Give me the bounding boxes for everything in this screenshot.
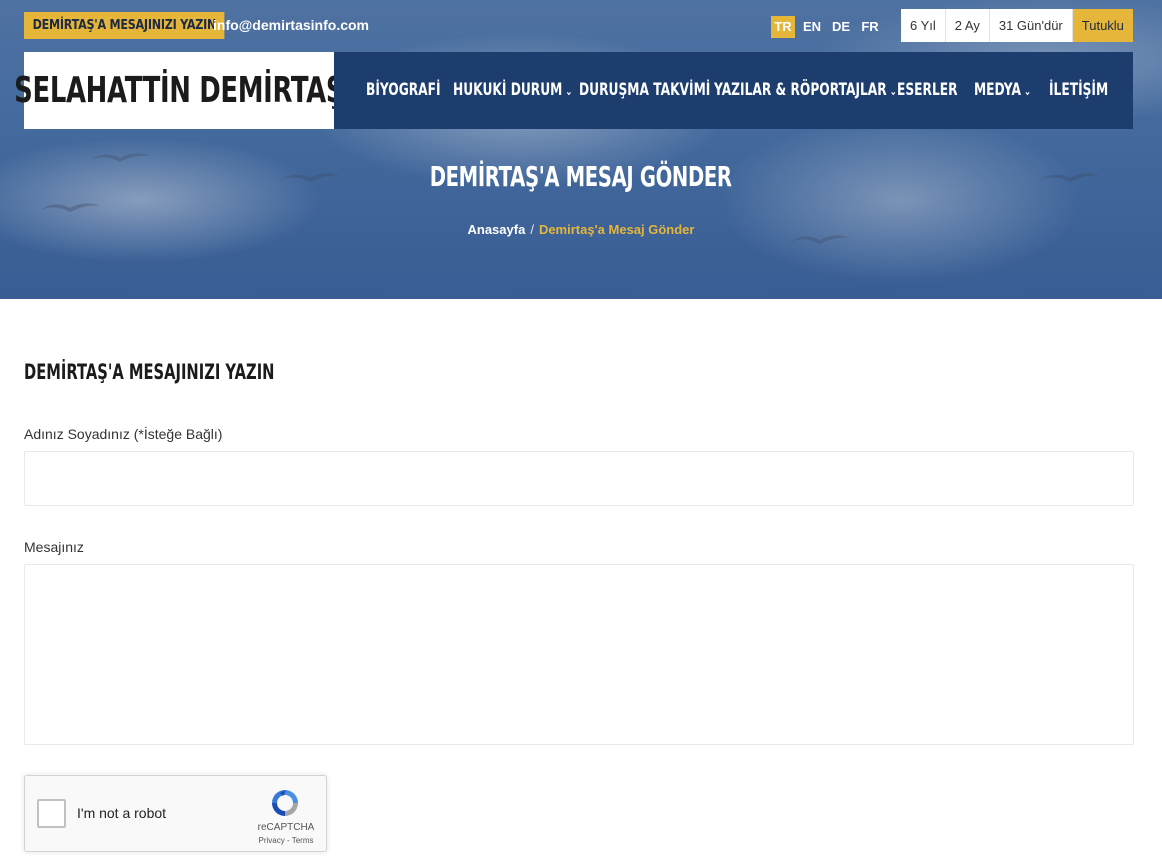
nav-articles-interviews[interactable]: YAZILAR & RÖPORTAJLAR ⌄ — [714, 52, 897, 129]
chevron-down-icon: ⌄ — [889, 84, 897, 98]
nav-biography[interactable]: BİYOGRAFİ — [366, 52, 441, 129]
recaptcha-checkbox[interactable] — [37, 799, 66, 828]
counter-years: 6 Yıl — [901, 9, 946, 42]
counter-status: Tutuklu — [1072, 9, 1133, 42]
nav-contact[interactable]: İLETİŞİM — [1049, 52, 1108, 129]
recaptcha-widget: I'm not a robot reCAPTCHA Privacy - Term… — [24, 775, 327, 852]
message-textarea[interactable] — [24, 564, 1134, 745]
write-message-badge[interactable]: DEMİRTAŞ'A MESAJINIZI YAZIN — [24, 12, 225, 39]
nav-label: HUKUKİ DURUM — [453, 80, 563, 100]
nav-legal-status[interactable]: HUKUKİ DURUM ⌄ — [453, 52, 572, 129]
message-field-label: Mesajınız — [24, 539, 84, 555]
site-logo[interactable]: SELAHATTİN DEMİRTAŞ — [14, 52, 344, 129]
page-title-text: DEMİRTAŞ'A MESAJ GÖNDER — [430, 160, 732, 193]
breadcrumb: Anasayfa / Demirtaş'a Mesaj Gönder — [0, 222, 1162, 237]
form-heading: DEMİRTAŞ'A MESAJINIZI YAZIN — [24, 360, 275, 384]
nav-label: YAZILAR & RÖPORTAJLAR — [714, 80, 887, 100]
counter-months: 2 Ay — [946, 9, 990, 42]
lang-fr[interactable]: FR — [858, 16, 882, 38]
hero-overlay — [0, 0, 1162, 299]
nav-label: ESERLER — [897, 80, 958, 100]
detention-counter: 6 Yıl 2 Ay 31 Gün'dür Tutuklu — [901, 9, 1133, 42]
recaptcha-brand: reCAPTCHA — [257, 822, 315, 833]
nav-label: İLETİŞİM — [1049, 80, 1109, 100]
nav-media[interactable]: MEDYA ⌄ — [974, 52, 1031, 129]
name-field-label: Adınız Soyadınız (*İsteğe Bağlı) — [24, 426, 223, 442]
nav-label: DURUŞMA TAKVİMİ — [579, 80, 711, 100]
breadcrumb-current: Demirtaş'a Mesaj Gönder — [538, 222, 695, 237]
chevron-down-icon: ⌄ — [1023, 84, 1032, 98]
nav-hearing-calendar[interactable]: DURUŞMA TAKVİMİ — [579, 52, 710, 129]
hero-banner — [0, 0, 1162, 299]
lang-de[interactable]: DE — [829, 16, 853, 38]
counter-days: 31 Gün'dür — [990, 9, 1073, 42]
breadcrumb-home-link[interactable]: Anasayfa — [468, 222, 526, 237]
nav-label: MEDYA — [974, 80, 1021, 100]
lang-en[interactable]: EN — [800, 16, 824, 38]
bird-silhouette — [40, 203, 100, 212]
page-title: DEMİRTAŞ'A MESAJ GÖNDER — [0, 160, 1162, 193]
nav-works[interactable]: ESERLER — [897, 52, 958, 129]
contact-email-link[interactable]: info@demirtasinfo.com — [213, 17, 369, 33]
lang-tr[interactable]: TR — [771, 16, 795, 38]
main-navigation: BİYOGRAFİ HUKUKİ DURUM ⌄ DURUŞMA TAKVİMİ … — [334, 52, 1133, 129]
chevron-down-icon: ⌄ — [565, 84, 573, 98]
recaptcha-logo-icon — [272, 790, 298, 816]
recaptcha-privacy-terms-links[interactable]: Privacy - Terms — [247, 836, 325, 845]
logo-text: SELAHATTİN DEMİRTAŞ — [13, 70, 345, 111]
recaptcha-label: I'm not a robot — [77, 805, 167, 821]
nav-label: BİYOGRAFİ — [366, 80, 441, 100]
breadcrumb-separator: / — [530, 222, 534, 237]
name-input[interactable] — [24, 451, 1134, 506]
